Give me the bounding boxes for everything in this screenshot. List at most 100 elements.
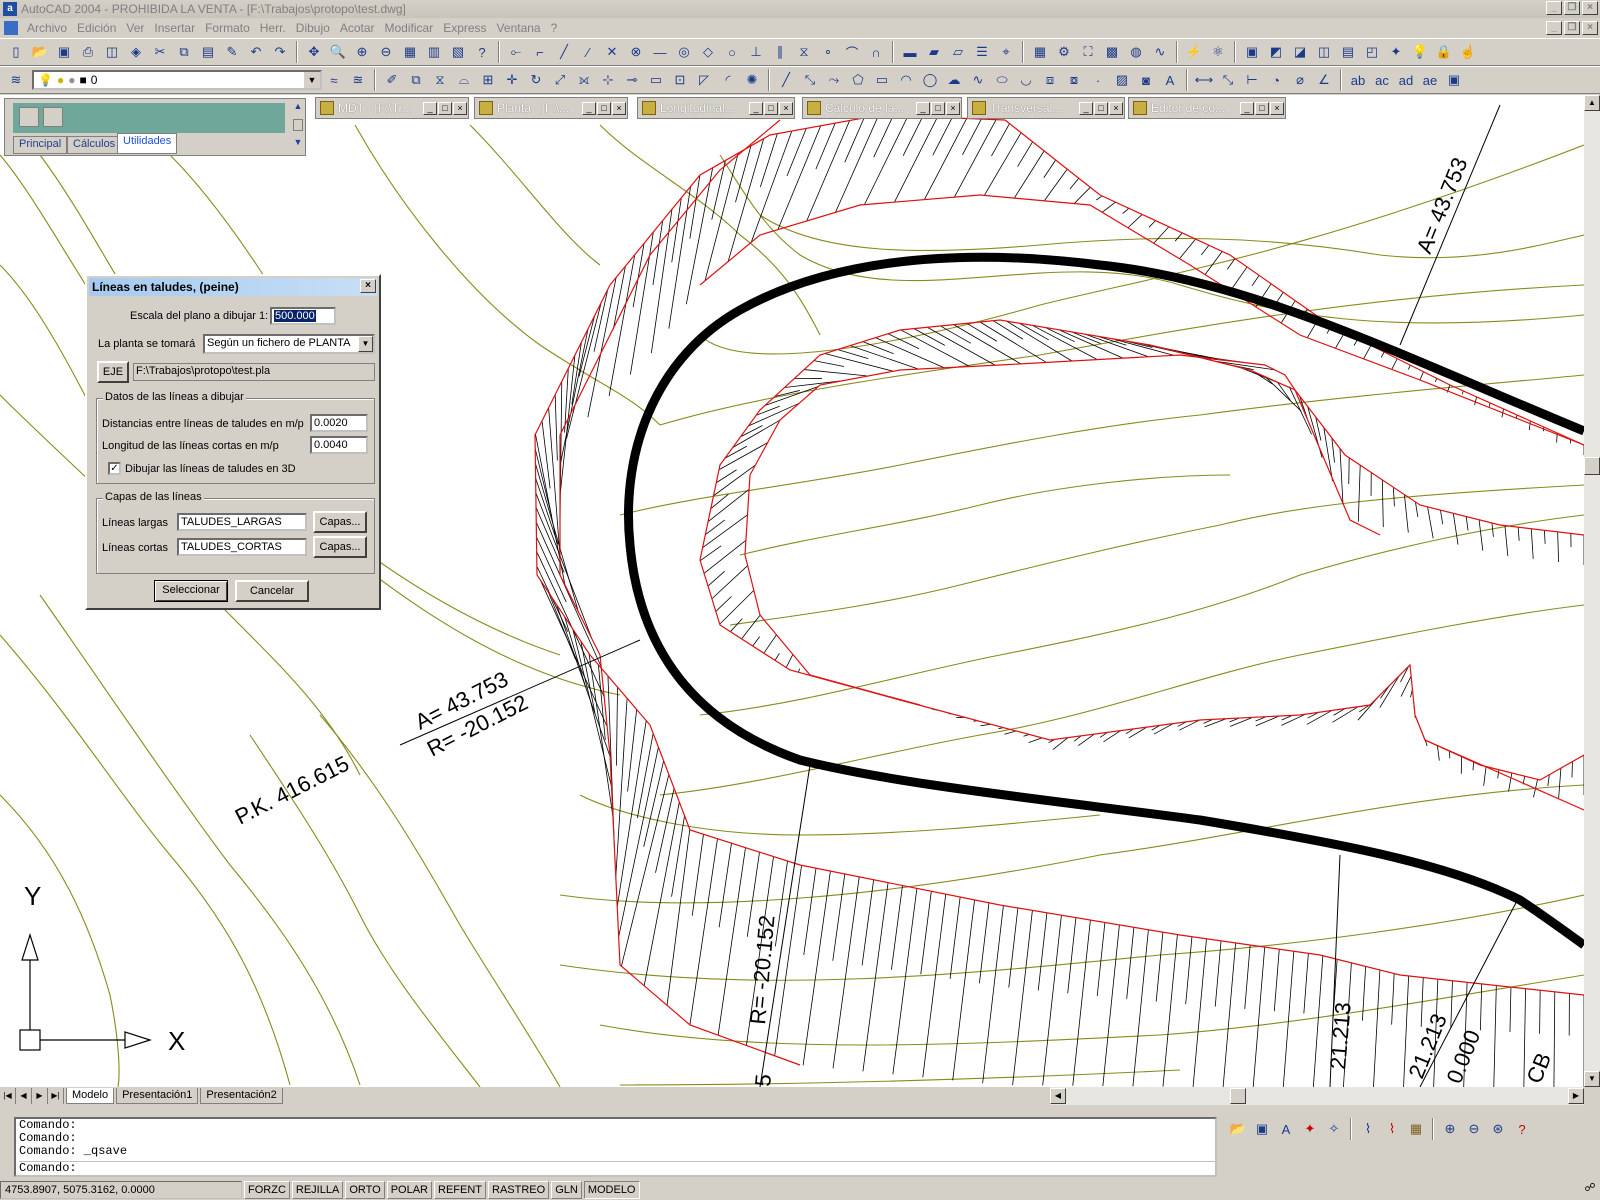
mtext-icon[interactable]: A (1160, 70, 1180, 90)
zoom-in-icon[interactable]: ⊕ (1440, 1119, 1460, 1139)
snap-ins-icon[interactable]: ⊥ (746, 42, 766, 62)
scroll-left-icon[interactable]: ◀ (1050, 1088, 1066, 1104)
snap-parallel-icon[interactable]: ∥ (770, 42, 790, 62)
command-prompt[interactable]: Comando: (19, 1161, 1215, 1175)
close-icon[interactable]: × (1109, 101, 1123, 115)
fillet-icon[interactable]: ◜ (718, 70, 738, 90)
minimize-icon[interactable]: _ (749, 101, 763, 115)
wave-icon[interactable]: ∿ (1150, 42, 1170, 62)
mirror-icon[interactable]: ⧖ (430, 70, 450, 90)
dialog-title[interactable]: Líneas en taludes, (peine) (89, 278, 377, 296)
spline-icon[interactable]: ∿ (968, 70, 988, 90)
tool-palettes-icon[interactable]: ▧ (448, 42, 468, 62)
area-icon[interactable]: ▰ (924, 42, 944, 62)
statistics-icon[interactable]: ◰ (1362, 42, 1382, 62)
menu-edicion[interactable]: Edición (72, 21, 121, 35)
save-icon[interactable]: ▣ (54, 42, 74, 62)
abc-icon[interactable]: ab (1348, 70, 1368, 90)
minimize-icon[interactable]: _ (582, 101, 596, 115)
arc-icon[interactable]: ◠ (896, 70, 916, 90)
open-file-icon[interactable]: 📂 (1228, 1119, 1248, 1139)
insert-block-icon[interactable]: ⧈ (1040, 70, 1060, 90)
redo-icon[interactable]: ↷ (270, 42, 290, 62)
snap-perp-icon[interactable]: ◇ (698, 42, 718, 62)
xbind-icon[interactable]: ⛶ (1078, 42, 1098, 62)
make-current-icon[interactable]: ≊ (348, 70, 368, 90)
dim-linear-icon[interactable]: ⟷ (1194, 70, 1214, 90)
document-icon[interactable] (4, 21, 18, 35)
status-modelo[interactable]: MODELO (583, 1181, 640, 1199)
grid-tool-icon[interactable]: ▦ (1406, 1119, 1426, 1139)
zoom-previous-icon[interactable]: ⊖ (376, 42, 396, 62)
make-block-icon[interactable]: ⧇ (1064, 70, 1084, 90)
eje-button[interactable]: EJE (97, 361, 129, 383)
snap-midpoint-icon[interactable]: ⌐ (530, 42, 550, 62)
autocad-app-icon[interactable]: a (3, 2, 17, 16)
match-properties-icon[interactable]: ✎ (222, 42, 242, 62)
long-lines-input[interactable]: TALUDES_LARGAS (177, 513, 307, 531)
close-icon[interactable]: × (779, 101, 793, 115)
snap-blue-icon[interactable]: ✧ (1324, 1119, 1344, 1139)
revcloud-icon[interactable]: ☁ (944, 70, 964, 90)
dim-angular-icon[interactable]: ∠ (1314, 70, 1334, 90)
polygon-icon[interactable]: ⬠ (848, 70, 868, 90)
help-icon[interactable]: ? (472, 42, 492, 62)
snap-quadrant-icon[interactable]: — (650, 42, 670, 62)
menu-insertar[interactable]: Insertar (149, 21, 200, 35)
lights-icon[interactable]: ◩ (1266, 42, 1286, 62)
minimize-icon[interactable]: _ (1240, 101, 1254, 115)
close-icon[interactable]: × (946, 101, 960, 115)
scroll-thumb[interactable] (1584, 457, 1600, 475)
dim-ordinate-icon[interactable]: ⊢ (1242, 70, 1262, 90)
background-icon[interactable]: ▤ (1338, 42, 1358, 62)
tab-modelo[interactable]: Modelo (66, 1088, 115, 1104)
dist-icon[interactable]: ▬ (900, 42, 920, 62)
panel-thumb[interactable] (293, 119, 303, 131)
publish-icon[interactable]: ◈ (126, 42, 146, 62)
comm-center-icon[interactable]: ☍ (1580, 1181, 1600, 1199)
ref-edit-icon[interactable]: ▦ (1030, 42, 1050, 62)
circle-icon[interactable]: ◯ (920, 70, 940, 90)
maximize-icon[interactable]: □ (597, 101, 611, 115)
chevron-down-icon[interactable]: ▼ (358, 336, 373, 352)
profile-red-icon[interactable]: ⌇ (1382, 1119, 1402, 1139)
lamp-icon[interactable]: 💡 (1410, 42, 1430, 62)
tab-presentacion1[interactable]: Presentación1 (116, 1088, 199, 1104)
offset-icon[interactable]: ⌓ (454, 70, 474, 90)
scroll-up-icon[interactable]: ▲ (1584, 95, 1600, 111)
region-icon[interactable]: ◙ (1136, 70, 1156, 90)
xline-icon[interactable]: ⤡ (800, 70, 820, 90)
menu-acotar[interactable]: Acotar (335, 21, 380, 35)
blue-tool-icon[interactable]: ▣ (1444, 70, 1464, 90)
snap-nearest-icon[interactable]: ⧖ (794, 42, 814, 62)
spell-icon[interactable]: ad (1396, 70, 1416, 90)
protopo-icon-2[interactable] (43, 107, 63, 127)
doc-tab-calculo[interactable]: Cálculo de la... _ □ × (802, 97, 962, 119)
paste-icon[interactable]: ▤ (198, 42, 218, 62)
maximize-icon[interactable]: □ (1094, 101, 1108, 115)
image-icon[interactable]: ▩ (1102, 42, 1122, 62)
doc-tab-transversal[interactable]: Transversal... _ □ × (967, 97, 1125, 119)
protopo-icon-1[interactable] (19, 107, 39, 127)
dim-diameter-icon[interactable]: ⌀ (1290, 70, 1310, 90)
minimize-button[interactable]: _ (1546, 1, 1562, 15)
chevron-down-icon[interactable]: ▼ (304, 72, 320, 88)
render-icon[interactable]: ⚡ (1184, 42, 1204, 62)
save-file-icon[interactable]: ▣ (1252, 1119, 1272, 1139)
tab-utilidades[interactable]: Utilidades (117, 133, 178, 154)
close-icon[interactable]: × (1270, 101, 1284, 115)
doc-tab-planta[interactable]: Planta - [F:\... _ □ × (474, 97, 628, 119)
erase-icon[interactable]: ✐ (382, 70, 402, 90)
snap-tangent-icon[interactable]: ◎ (674, 42, 694, 62)
tab-principal[interactable]: Principal (13, 136, 68, 154)
rotate-icon[interactable]: ↻ (526, 70, 546, 90)
fog-icon[interactable]: ◫ (1314, 42, 1334, 62)
doc-minimize-button[interactable]: _ (1546, 21, 1562, 35)
scroll-right-icon[interactable]: ▶ (1568, 1088, 1584, 1104)
horizontal-scrollbar[interactable]: ◀ ▶ (1050, 1087, 1584, 1105)
tab-presentacion2[interactable]: Presentación2 (200, 1088, 283, 1104)
minimize-icon[interactable]: _ (1079, 101, 1093, 115)
copy-icon[interactable]: ⧉ (174, 42, 194, 62)
draw-3d-checkbox[interactable]: ✓ (108, 462, 121, 475)
dim-radius-icon[interactable]: ◔ (1266, 70, 1286, 90)
